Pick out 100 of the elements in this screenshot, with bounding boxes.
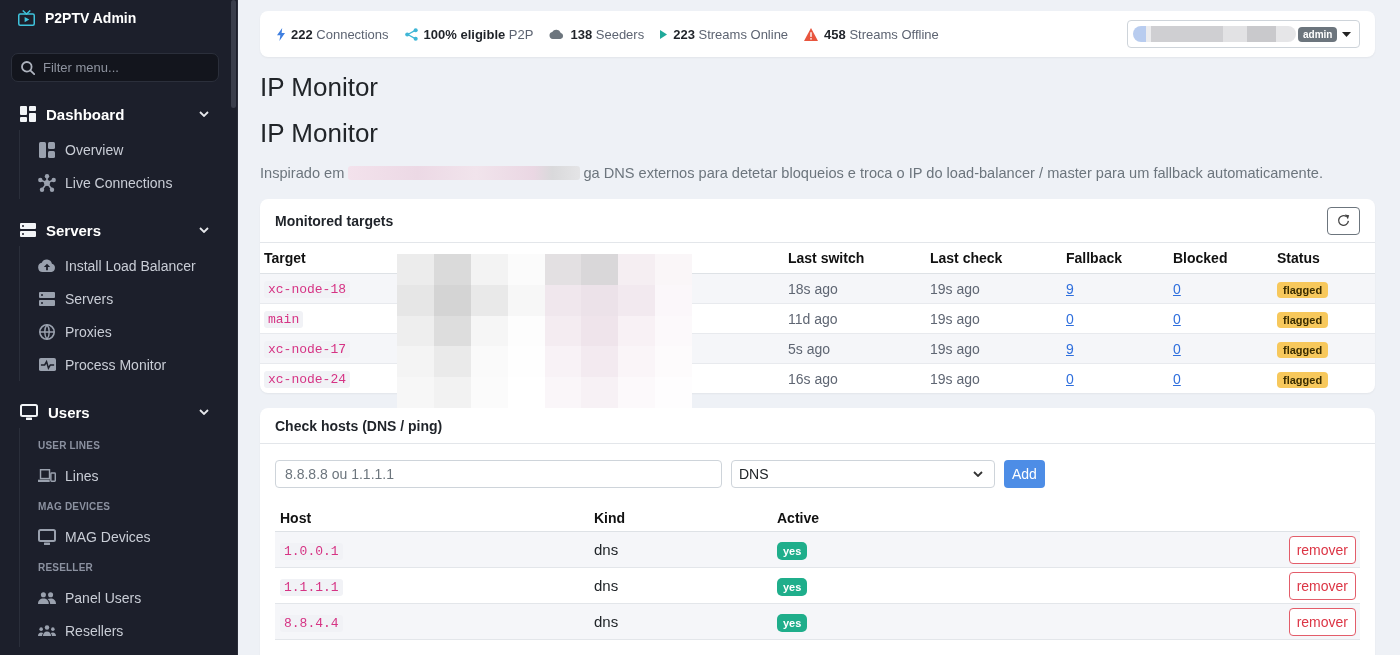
globe-icon	[39, 323, 55, 340]
group-icon	[38, 625, 56, 636]
grid-icon	[20, 106, 36, 122]
count-link[interactable]: 0	[1173, 370, 1181, 387]
kind-select[interactable]: DNS	[731, 460, 995, 488]
role-badge: admin	[1298, 26, 1338, 42]
stat-text: 458 Streams Offline	[824, 26, 939, 42]
stat-text: 222 Connections	[291, 26, 389, 42]
remove-button[interactable]: remover	[1288, 607, 1356, 636]
page-title: IP Monitor	[260, 117, 378, 149]
column-header: Kind	[589, 504, 772, 532]
sidebar-subheading: RESELLER	[37, 561, 93, 575]
status-badge: flagged	[1277, 281, 1329, 298]
column-header: Status	[1273, 243, 1375, 274]
column-header: Active	[772, 504, 1240, 532]
user-menu-button[interactable]: admin	[1127, 20, 1360, 48]
count-link[interactable]: 0	[1066, 370, 1074, 387]
sidebar-subheading: MAG DEVICES	[37, 500, 111, 514]
active-badge: yes	[777, 578, 808, 596]
table-cell: dns	[589, 567, 772, 604]
people-icon	[38, 591, 56, 604]
count-link[interactable]: 0	[1066, 310, 1074, 327]
description-text: Inspirado em	[260, 165, 345, 181]
sidebar-section-toggle[interactable]: Users	[0, 396, 218, 428]
page-title: IP Monitor	[260, 71, 378, 103]
column-header: Last switch	[784, 243, 926, 274]
column-header: Blocked	[1169, 243, 1273, 274]
count-link[interactable]: 0	[1173, 310, 1181, 327]
table-cell: 18s ago	[784, 273, 926, 304]
active-badge: yes	[777, 542, 808, 560]
table-cell: 19s ago	[926, 273, 1062, 304]
sidebar-subheading: USER LINES	[37, 439, 100, 453]
server-icon	[20, 223, 36, 237]
card-title: Check hosts (DNS / ping)	[275, 417, 443, 434]
sidebar-item[interactable]: MAG Devices	[20, 520, 157, 553]
sidebar-item[interactable]: Live Connections	[20, 166, 179, 199]
sidebar-item[interactable]: Resellers	[20, 614, 130, 647]
description-text: ga DNS externos para detetar bloqueios e troca o IP do load-balancer / master para um fallback automaticamente.	[583, 165, 1323, 181]
table-cell: 16s ago	[784, 363, 926, 393]
activity-monitor-icon	[38, 358, 56, 371]
remove-button[interactable]: remover	[1288, 571, 1356, 600]
stat-text: 138 Seeders	[570, 26, 645, 42]
column-header: Host	[275, 504, 589, 532]
network-icon	[38, 173, 56, 192]
cloud-upload-icon	[38, 259, 56, 272]
sidebar-item[interactable]: Panel Users	[20, 581, 148, 614]
refresh-button[interactable]	[1327, 206, 1360, 235]
share-icon	[404, 27, 418, 41]
count-link[interactable]: 9	[1066, 340, 1074, 357]
caret-down-icon	[1342, 31, 1351, 37]
table-cell: dns	[589, 603, 772, 640]
sidebar-section-toggle[interactable]: Dashboard	[0, 98, 218, 130]
status-badge: flagged	[1277, 311, 1329, 328]
table-cell: 11d ago	[784, 303, 926, 334]
sidebar-item[interactable]: Lines	[20, 459, 105, 492]
tv-icon	[18, 10, 35, 26]
lightning-icon	[277, 27, 285, 41]
host-address: 1.0.0.1	[280, 542, 343, 560]
table-cell: 19s ago	[926, 303, 1062, 334]
table-cell: 19s ago	[926, 363, 1062, 393]
layout-icon	[39, 141, 55, 158]
table-cell: 5s ago	[784, 333, 926, 364]
card-title: Monitored targets	[275, 212, 394, 229]
devices-icon	[38, 469, 56, 482]
filter-field[interactable]: Filter menu...	[11, 53, 219, 82]
sidebar-item[interactable]: Overview	[20, 133, 130, 166]
scrollbar-thumb[interactable]	[231, 0, 236, 108]
play-icon	[660, 29, 668, 39]
stat-text: 223 Streams Online	[673, 26, 789, 42]
brand-name: P2PTV Admin	[45, 10, 137, 26]
target-name: xc-node-17	[264, 341, 350, 358]
host-input[interactable]: 8.8.8.8 ou 1.1.1.1	[275, 460, 722, 488]
count-link[interactable]: 9	[1066, 280, 1074, 297]
column-header: Last check	[926, 243, 1062, 274]
stat-text: 100% eligible P2P	[423, 26, 534, 42]
cloud-icon	[549, 29, 565, 39]
refresh-icon	[1337, 214, 1350, 227]
host-address: 1.1.1.1	[280, 578, 343, 596]
sidebar-item[interactable]: Install Load Balancer	[20, 249, 202, 282]
sidebar-item[interactable]: Servers	[20, 282, 120, 315]
chevron-down-icon	[973, 471, 983, 477]
warning-icon	[804, 27, 819, 41]
status-badge: flagged	[1277, 371, 1329, 388]
target-name: xc-node-18	[264, 281, 350, 298]
column-header: Fallback	[1062, 243, 1169, 274]
count-link[interactable]: 0	[1173, 280, 1181, 297]
monitor-icon	[38, 528, 56, 545]
sidebar-item[interactable]: Process Monitor	[20, 348, 173, 381]
target-name: xc-node-24	[264, 371, 350, 388]
target-name: main	[264, 311, 304, 328]
table-cell: 19s ago	[926, 333, 1062, 364]
remove-button[interactable]: remover	[1288, 535, 1356, 564]
server-icon	[39, 291, 55, 306]
sidebar-item[interactable]: Proxies	[20, 315, 118, 348]
count-link[interactable]: 0	[1173, 340, 1181, 357]
sidebar-section-toggle[interactable]: Servers	[0, 214, 218, 246]
active-badge: yes	[777, 614, 808, 632]
status-badge: flagged	[1277, 341, 1329, 358]
search-icon	[21, 60, 35, 75]
table-cell: dns	[589, 531, 772, 568]
